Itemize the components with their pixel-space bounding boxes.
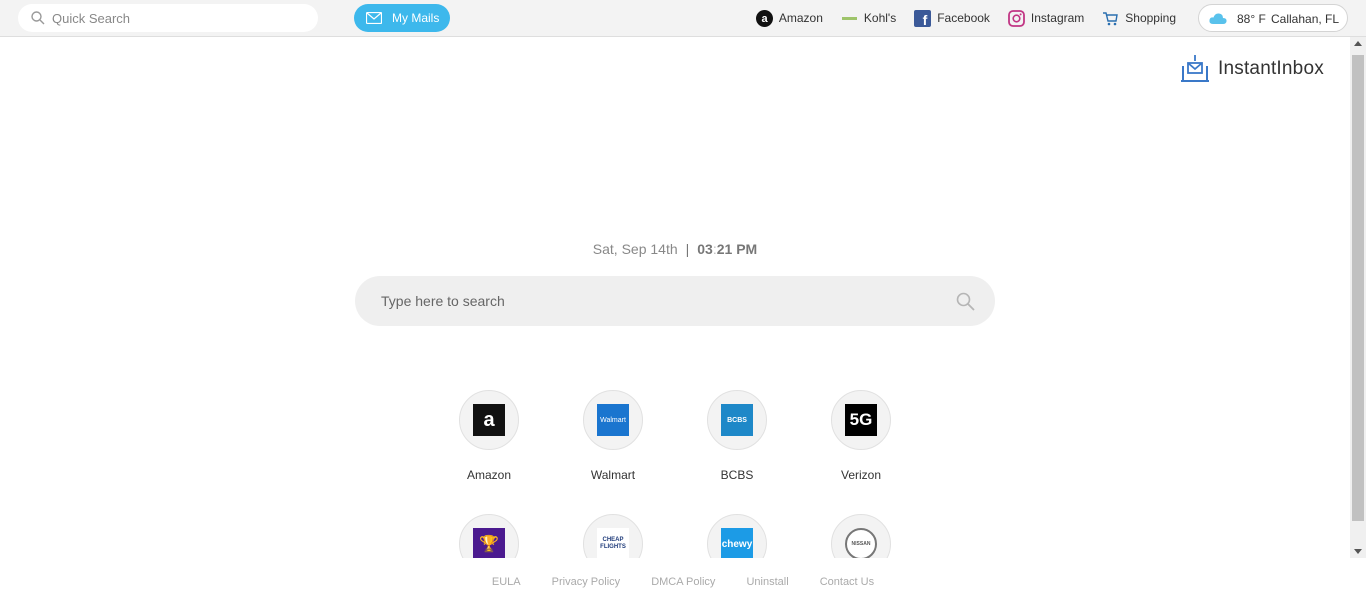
trophy-logo-icon: 🏆 bbox=[473, 528, 505, 560]
tile-amazon-label: Amazon bbox=[466, 468, 512, 482]
quick-search-input[interactable] bbox=[52, 8, 302, 28]
amazon-icon: a bbox=[755, 9, 773, 27]
tile-bcbs-circle[interactable]: BCBS bbox=[707, 390, 767, 450]
footer-dmca-policy[interactable]: DMCA Policy bbox=[651, 576, 715, 588]
page-scrollbar[interactable] bbox=[1350, 37, 1366, 558]
date-time-display: Sat, Sep 14th | 03:21 PM bbox=[0, 241, 1350, 257]
scrollbar-thumb[interactable] bbox=[1352, 55, 1364, 521]
link-facebook[interactable]: f Facebook bbox=[914, 9, 990, 27]
scroll-up-icon[interactable] bbox=[1354, 41, 1362, 46]
search-icon bbox=[31, 11, 45, 25]
time-hours: 03 bbox=[697, 241, 713, 257]
time-minutes: 21 bbox=[716, 241, 733, 257]
inbox-icon bbox=[1181, 55, 1209, 82]
link-instagram[interactable]: Instagram bbox=[1008, 9, 1085, 27]
cloud-icon bbox=[1209, 13, 1227, 24]
brand-name: InstantInbox bbox=[1218, 58, 1324, 79]
walmart-logo-icon: Walmart bbox=[597, 404, 629, 436]
date-separator: | bbox=[685, 241, 690, 257]
time-ampm: PM bbox=[736, 241, 758, 257]
tile-walmart-label: Walmart bbox=[590, 468, 636, 482]
tile-bcbs[interactable]: BCBS BCBS bbox=[675, 390, 799, 482]
link-kohls[interactable]: Kohl's bbox=[841, 10, 896, 27]
my-mails-label: My Mails bbox=[392, 11, 440, 25]
tile-walmart[interactable]: Walmart Walmart bbox=[551, 390, 675, 482]
top-bar: My Mails a Amazon Kohl's f Facebook bbox=[0, 0, 1366, 37]
weather-location: Callahan, FL bbox=[1271, 12, 1340, 26]
weather-widget[interactable]: 88° F Callahan, FL bbox=[1198, 4, 1348, 32]
bcbs-logo-icon: BCBS bbox=[721, 404, 753, 436]
svg-text:a: a bbox=[761, 13, 768, 25]
verizon-logo-icon: 5G bbox=[845, 404, 877, 436]
scroll-down-icon[interactable] bbox=[1354, 549, 1362, 554]
cart-icon bbox=[1103, 11, 1119, 25]
footer-contact-us[interactable]: Contact Us bbox=[820, 576, 874, 588]
svg-text:f: f bbox=[923, 12, 928, 27]
footer-links: EULA Privacy Policy DMCA Policy Uninstal… bbox=[0, 576, 1366, 588]
tile-verizon[interactable]: 5G Verizon bbox=[799, 390, 923, 482]
link-amazon[interactable]: a Amazon bbox=[755, 9, 823, 27]
link-shopping[interactable]: Shopping bbox=[1102, 10, 1176, 27]
quick-links: a Amazon Kohl's f Facebook Instagram Sho… bbox=[738, 0, 1176, 36]
cheap-flights-logo-icon: CHEAP FLIGHTS bbox=[597, 528, 629, 560]
link-facebook-label: Facebook bbox=[937, 11, 990, 25]
tile-bcbs-label: BCBS bbox=[720, 468, 754, 482]
footer-eula[interactable]: EULA bbox=[492, 576, 521, 588]
instagram-icon bbox=[1008, 9, 1025, 27]
tile-amazon[interactable]: a Amazon bbox=[427, 390, 551, 482]
footer-privacy-policy[interactable]: Privacy Policy bbox=[552, 576, 620, 588]
tile-verizon-label: Verizon bbox=[840, 468, 882, 482]
footer-uninstall[interactable]: Uninstall bbox=[746, 576, 788, 588]
tile-walmart-circle[interactable]: Walmart bbox=[583, 390, 643, 450]
amazon-logo-icon: a bbox=[473, 404, 505, 436]
link-instagram-label: Instagram bbox=[1030, 11, 1085, 25]
quick-search-box[interactable] bbox=[18, 4, 318, 32]
link-amazon-label: Amazon bbox=[778, 11, 823, 25]
my-mails-button[interactable]: My Mails bbox=[354, 4, 450, 32]
nissan-logo-icon: NISSAN bbox=[845, 528, 877, 560]
mail-icon bbox=[366, 12, 382, 24]
search-icon[interactable] bbox=[956, 292, 975, 311]
main-search-input[interactable] bbox=[381, 290, 921, 312]
date-text: Sat, Sep 14th bbox=[592, 241, 678, 257]
weather-temp: 88° F bbox=[1237, 12, 1266, 26]
main-search-box[interactable] bbox=[355, 276, 995, 326]
link-shopping-label: Shopping bbox=[1125, 11, 1176, 25]
facebook-icon: f bbox=[914, 9, 932, 27]
brand-logo: InstantInbox bbox=[1180, 54, 1324, 84]
kohls-icon bbox=[841, 16, 857, 20]
time-text: 03:21 PM bbox=[697, 241, 757, 257]
chewy-logo-icon: chewy bbox=[721, 528, 753, 560]
link-kohls-label: Kohl's bbox=[863, 11, 897, 25]
tile-verizon-circle[interactable]: 5G bbox=[831, 390, 891, 450]
tile-amazon-circle[interactable]: a bbox=[459, 390, 519, 450]
